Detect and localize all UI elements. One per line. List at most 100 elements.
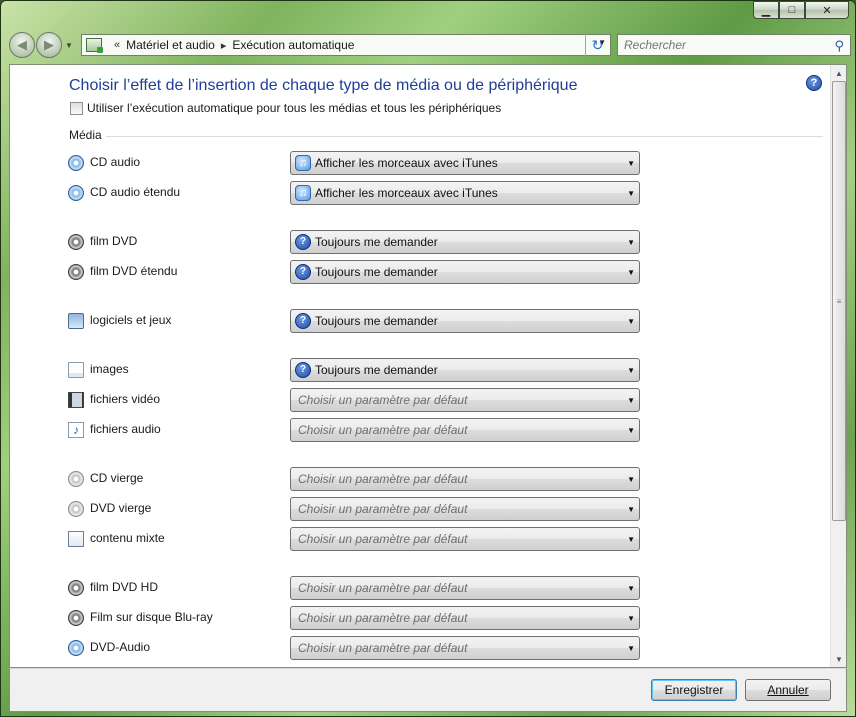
help-icon[interactable]: ? [806, 75, 822, 91]
chevron-down-icon: ▼ [627, 644, 635, 653]
action-dropdown-value: Toujours me demander [315, 314, 438, 328]
search-box: ⚲ [617, 34, 851, 56]
media-type-label: fichiers audio [90, 422, 161, 436]
autoplay-window: ▁ □ ✕ ◀ ▶ ▼ « Matériel et audio ▸ Exécut… [0, 0, 856, 717]
use-autoplay-all-row[interactable]: Utiliser l’exécution automatique pour to… [70, 101, 501, 115]
action-dropdown[interactable]: Choisir un paramètre par défaut ▼ [290, 467, 640, 491]
media-section-header: Média [69, 128, 823, 142]
action-dropdown-value: Toujours me demander [315, 363, 438, 377]
forward-button[interactable]: ▶ [36, 32, 62, 58]
action-dropdown-value: Choisir un paramètre par défaut [298, 472, 468, 486]
breadcrumb-overflow[interactable]: « [114, 39, 120, 51]
dvd-icon [68, 610, 84, 626]
media-row: images ? Toujours me demander ▼ [68, 358, 648, 382]
media-type-label: film DVD HD [90, 580, 158, 594]
action-dropdown[interactable]: Choisir un paramètre par défaut ▼ [290, 388, 640, 412]
action-dropdown-value: Choisir un paramètre par défaut [298, 581, 468, 595]
content-pane: ? Choisir l’effet de l’insertion de chaq… [9, 64, 847, 668]
action-dropdown-value: Choisir un paramètre par défaut [298, 641, 468, 655]
media-row: fichiers vidéo Choisir un paramètre par d… [68, 388, 648, 412]
action-dropdown[interactable]: Choisir un paramètre par défaut ▼ [290, 527, 640, 551]
scroll-down-icon: ▼ [835, 654, 843, 664]
action-dropdown[interactable]: ♫ Afficher les morceaux avec iTunes ▼ [290, 181, 640, 205]
ask-icon: ? [295, 264, 311, 280]
search-input[interactable] [624, 38, 824, 52]
search-icon[interactable]: ⚲ [834, 38, 844, 54]
refresh-button[interactable]: ↻ [585, 34, 609, 56]
itunes-icon: ♫ [295, 185, 311, 201]
close-icon: ✕ [822, 4, 832, 17]
breadcrumb-separator-icon[interactable]: ▸ [221, 39, 227, 52]
media-type-label: Film sur disque Blu-ray [90, 610, 213, 624]
use-autoplay-all-label[interactable]: Utiliser l’exécution automatique pour to… [87, 101, 501, 115]
chevron-down-icon: ▼ [627, 317, 635, 326]
media-type-label: fichiers vidéo [90, 392, 161, 406]
audio-file-icon: ♪ [68, 422, 84, 438]
action-dropdown[interactable]: ? Toujours me demander ▼ [290, 358, 640, 382]
media-row: Film sur disque Blu-ray Choisir un paramè… [68, 606, 648, 630]
dvd-icon [68, 580, 84, 596]
breadcrumb-hardware-sound[interactable]: Matériel et audio [126, 38, 215, 52]
scroll-up-button[interactable]: ▲ [831, 65, 846, 81]
vertical-scrollbar[interactable]: ▲ ≡ ▼ [830, 65, 846, 667]
cd-audio-icon [68, 640, 84, 656]
maximize-button[interactable]: □ [779, 1, 805, 19]
chevron-down-icon: ▼ [627, 268, 635, 277]
media-type-label: film DVD étendu [90, 264, 178, 278]
chevron-down-icon: ▼ [627, 189, 635, 198]
media-row: DVD vierge Choisir un paramètre par défau… [68, 497, 648, 521]
action-dropdown[interactable]: Choisir un paramètre par défaut ▼ [290, 636, 640, 660]
maximize-icon: □ [788, 4, 796, 16]
action-dropdown-value: Choisir un paramètre par défaut [298, 423, 468, 437]
back-arrow-icon: ◀ [17, 37, 27, 52]
scroll-thumb[interactable]: ≡ [832, 81, 846, 521]
chevron-down-icon: ▼ [627, 396, 635, 405]
blank-cd-icon [68, 471, 84, 487]
save-button[interactable]: Enregistrer [651, 679, 737, 701]
chevron-down-icon: ▼ [627, 505, 635, 514]
action-dropdown[interactable]: Choisir un paramètre par défaut ▼ [290, 606, 640, 630]
media-type-label: images [90, 362, 129, 376]
action-dropdown[interactable]: ? Toujours me demander ▼ [290, 260, 640, 284]
dvd-icon [68, 234, 84, 250]
action-dropdown-value: Afficher les morceaux avec iTunes [315, 186, 498, 200]
scroll-down-button[interactable]: ▼ [831, 651, 846, 667]
minimize-button[interactable]: ▁ [753, 1, 779, 19]
dvd-icon [68, 264, 84, 280]
action-dropdown[interactable]: ♫ Afficher les morceaux avec iTunes ▼ [290, 151, 640, 175]
address-bar[interactable]: « Matériel et audio ▸ Exécution automati… [81, 34, 611, 56]
use-autoplay-all-checkbox[interactable] [70, 101, 83, 115]
chevron-down-icon: ▼ [627, 426, 635, 435]
scroll-grip-icon: ≡ [836, 296, 842, 306]
media-row: contenu mixte Choisir un paramètre par dé… [68, 527, 648, 551]
action-dropdown[interactable]: ? Toujours me demander ▼ [290, 309, 640, 333]
forward-arrow-icon: ▶ [44, 37, 54, 52]
recent-pages-dropdown[interactable]: ▼ [65, 41, 73, 50]
action-dropdown-value: Toujours me demander [315, 235, 438, 249]
chevron-down-icon: ▼ [627, 159, 635, 168]
media-row: film DVD HD Choisir un paramètre par défa… [68, 576, 648, 600]
navigation-bar: ◀ ▶ ▼ « Matériel et audio ▸ Exécution au… [9, 31, 851, 59]
media-section-label: Média [69, 128, 102, 142]
media-type-label: contenu mixte [90, 531, 165, 545]
media-type-label: CD audio [90, 155, 141, 169]
action-dropdown[interactable]: Choisir un paramètre par défaut ▼ [290, 576, 640, 600]
action-dropdown-value: Choisir un paramètre par défaut [298, 532, 468, 546]
chevron-down-icon: ▼ [627, 614, 635, 623]
page-title: Choisir l’effet de l’insertion de chaque… [69, 77, 578, 94]
media-type-label: film DVD [90, 234, 138, 248]
action-dropdown[interactable]: ? Toujours me demander ▼ [290, 230, 640, 254]
cancel-button[interactable]: Annuler [745, 679, 831, 701]
action-dropdown[interactable]: Choisir un paramètre par défaut ▼ [290, 418, 640, 442]
media-row: logiciels et jeux? Toujours me demander ▼ [68, 309, 648, 333]
action-dropdown[interactable]: Choisir un paramètre par défaut ▼ [290, 497, 640, 521]
media-row: CD audio étendu ♫ Afficher les morceaux av… [68, 181, 648, 205]
cd-audio-icon [68, 185, 84, 201]
breadcrumb-autoplay[interactable]: Exécution automatique [232, 38, 354, 52]
media-type-label: logiciels et jeux [90, 313, 172, 327]
scroll-up-icon: ▲ [835, 68, 843, 78]
back-button[interactable]: ◀ [9, 32, 35, 58]
close-button[interactable]: ✕ [805, 1, 849, 19]
media-type-label: DVD vierge [90, 501, 152, 515]
action-dropdown-value: Choisir un paramètre par défaut [298, 611, 468, 625]
